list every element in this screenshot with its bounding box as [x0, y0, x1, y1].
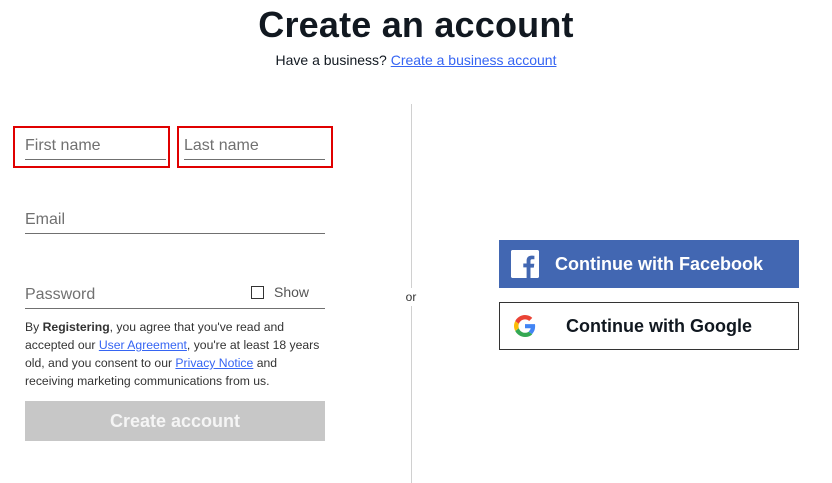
show-password-label: Show: [274, 284, 310, 300]
business-prompt: Have a business? Create a business accou…: [0, 52, 832, 68]
business-prompt-text: Have a business?: [275, 52, 387, 68]
password-input[interactable]: [25, 282, 245, 308]
create-account-button[interactable]: Create account: [25, 401, 325, 441]
page-title: Create an account: [258, 4, 574, 45]
first-name-input[interactable]: [25, 133, 166, 159]
last-name-input[interactable]: [184, 133, 325, 159]
facebook-button-label: Continue with Facebook: [554, 253, 763, 274]
create-business-account-link[interactable]: Create a business account: [391, 52, 557, 68]
last-name-field: [184, 133, 325, 160]
privacy-notice-link[interactable]: Privacy Notice: [175, 356, 253, 370]
or-separator: or: [402, 288, 420, 306]
legal-prefix: By: [25, 320, 43, 334]
continue-with-facebook-button[interactable]: Continue with Facebook: [499, 240, 799, 288]
create-account-page: Create an account Have a business? Creat…: [0, 0, 832, 483]
user-agreement-link[interactable]: User Agreement: [99, 338, 187, 352]
legal-registering: Registering: [42, 320, 110, 334]
email-field: [25, 207, 325, 234]
show-password-toggle[interactable]: Show: [251, 284, 309, 300]
email-input[interactable]: [25, 207, 325, 233]
google-button-label: Continue with Google: [566, 315, 752, 336]
first-name-field: [25, 133, 166, 160]
legal-notice: By Registering, you agree that you've re…: [25, 318, 325, 390]
checkbox-icon[interactable]: [251, 285, 264, 299]
continue-with-google-button[interactable]: Continue with Google: [499, 302, 799, 350]
